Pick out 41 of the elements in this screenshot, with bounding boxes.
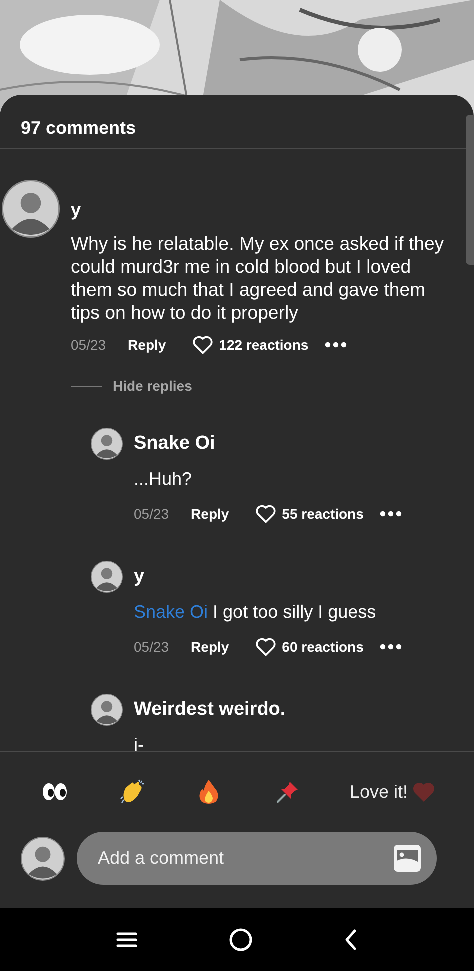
clapping-hands-icon[interactable]: [120, 779, 146, 805]
username: y: [71, 200, 82, 220]
heart-icon[interactable]: [255, 637, 278, 657]
username: y: [134, 565, 145, 589]
avatar: [21, 836, 65, 880]
reaction-count: 55 reactions: [282, 506, 364, 522]
comment-text: i-: [134, 734, 145, 751]
comment-text: Snake Oi I got too silly I guess: [134, 601, 378, 624]
recent-apps-icon[interactable]: [116, 930, 138, 948]
comment-date: 05/23: [71, 337, 106, 353]
fire-icon[interactable]: [198, 779, 220, 805]
avatar: [91, 561, 123, 593]
reply-button[interactable]: Reply: [191, 639, 230, 655]
username: Snake Oi: [134, 432, 216, 456]
home-icon[interactable]: [228, 928, 253, 952]
reply-button[interactable]: Reply: [191, 506, 230, 522]
reaction-count: 122 reactions: [219, 337, 309, 353]
avatar: [91, 428, 123, 460]
heart-icon[interactable]: [255, 504, 278, 524]
hide-replies-button[interactable]: Hide replies: [113, 378, 192, 394]
comment-field[interactable]: Add a comment: [77, 832, 437, 885]
more-icon[interactable]: [324, 342, 347, 348]
more-icon[interactable]: [380, 644, 402, 650]
reaction-count: 60 reactions: [282, 639, 364, 655]
username: Weirdest weirdo.: [134, 698, 286, 722]
avatar: [91, 694, 123, 726]
comment-date: 05/23: [134, 639, 170, 655]
back-icon[interactable]: [344, 928, 358, 950]
eyes-icon[interactable]: [42, 782, 68, 802]
image-icon[interactable]: [393, 844, 422, 873]
comment-text: Why is he relatable. My ex once asked if they could murd3r me in cold blood but I loved them so much that I agreed and gave them tips on how to do it properly: [71, 232, 446, 324]
avatar: [2, 180, 60, 238]
scrollbar[interactable]: [466, 115, 474, 265]
comments-count: 97 comments: [21, 117, 138, 139]
more-icon[interactable]: [380, 511, 402, 517]
pushpin-icon[interactable]: [276, 780, 300, 804]
comment-date: 05/23: [134, 506, 170, 522]
reaction-label[interactable]: Love it!: [350, 782, 408, 802]
heart-icon[interactable]: [192, 335, 214, 355]
reply-button[interactable]: Reply: [128, 337, 166, 353]
comment-text: ...Huh?: [134, 468, 194, 491]
